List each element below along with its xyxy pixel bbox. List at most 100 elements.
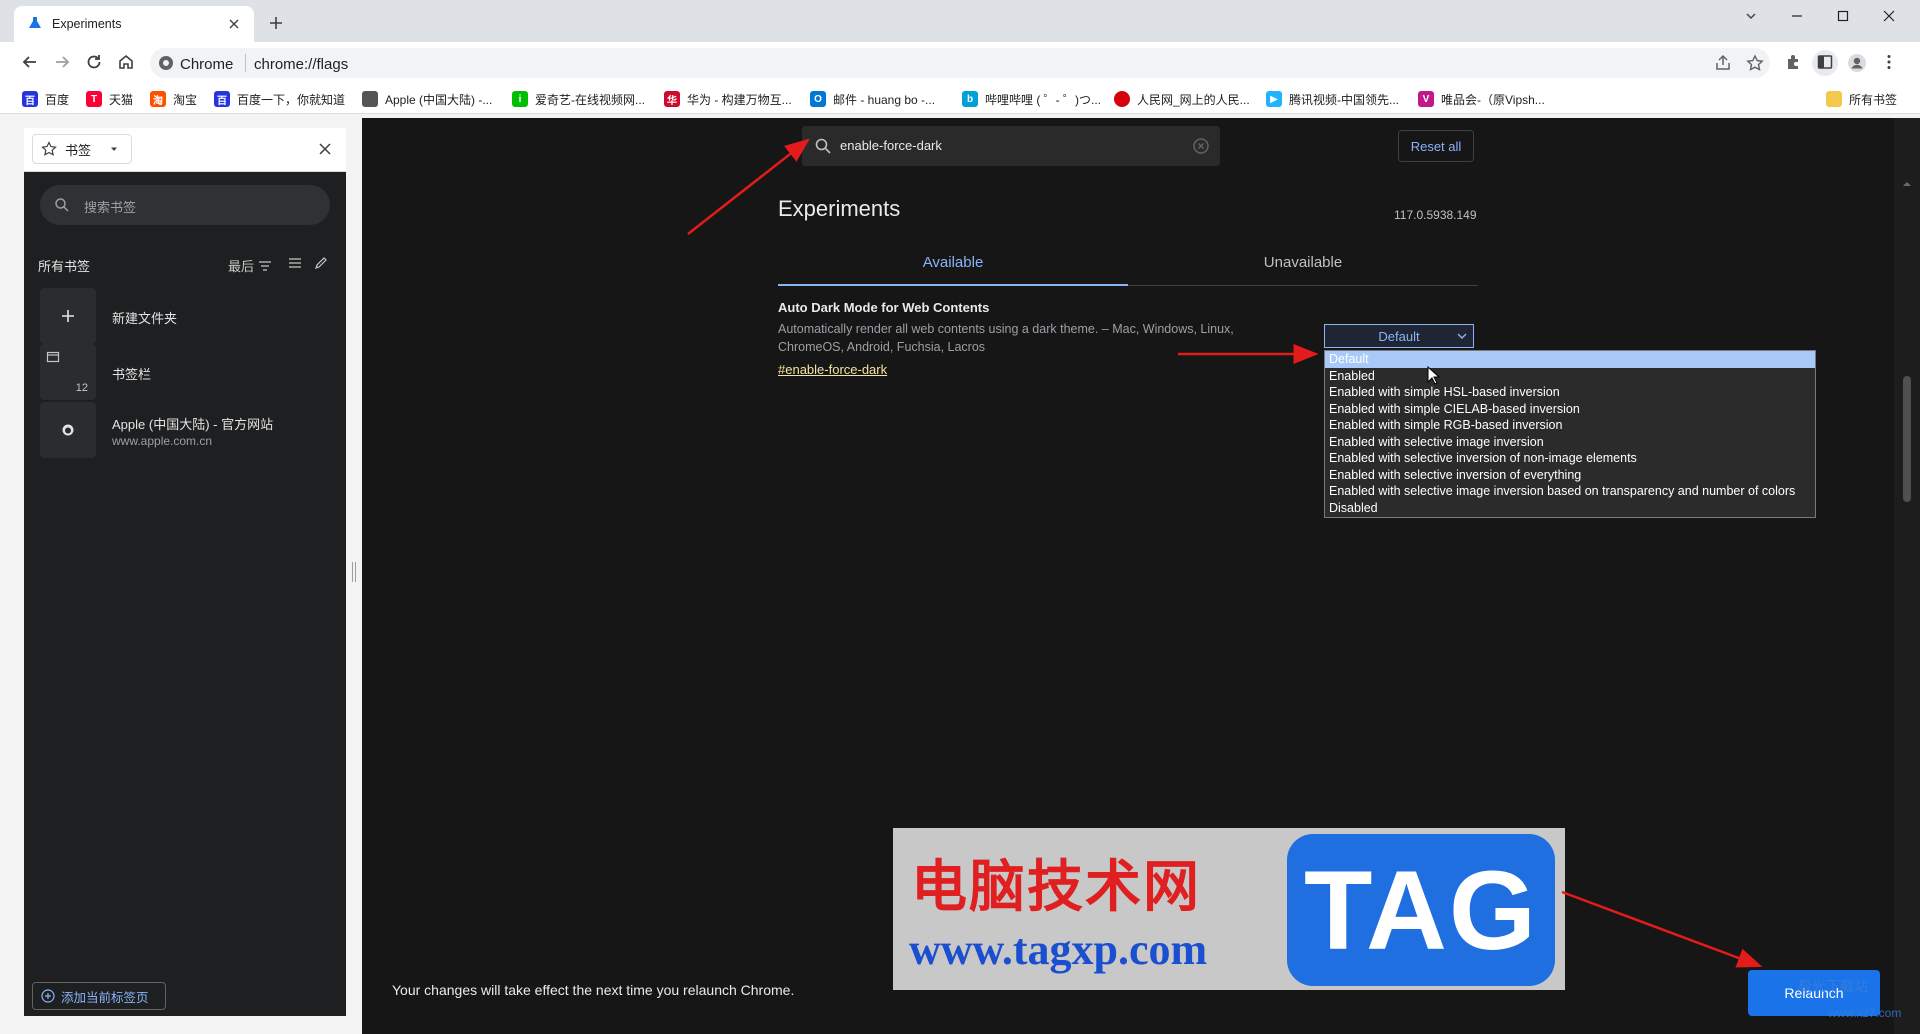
bookmark-item[interactable]: 人民网_网上的人民... [1114,90,1250,108]
side-panel-icon[interactable] [1812,50,1838,76]
search-icon [814,137,832,155]
plus-icon [62,310,74,322]
bookmark-search-input[interactable]: 搜索书签 [40,185,330,225]
side-panel: 书签 搜索书签 所有书签 最后 新建文件夹 12 书签栏 Apple (中国大陆… [24,128,346,1016]
address-bar[interactable]: Chrome chrome://flags [150,48,1770,78]
corner-watermark-url: www.xz7.com [1828,1006,1902,1020]
tile [40,402,96,458]
version-label: 117.0.5938.149 [1394,208,1477,222]
reload-icon[interactable] [81,50,107,76]
tab-strip: Experiments [0,0,1920,42]
new-tab-icon[interactable] [266,13,286,33]
option-enabled[interactable]: Enabled [1325,368,1815,385]
all-bookmarks-heading: 所有书签 [38,259,91,274]
edit-icon[interactable] [314,256,328,270]
folder-icon [46,351,60,363]
page-scrollbar[interactable] [1894,118,1920,1034]
mouse-cursor-icon [1427,366,1441,385]
reset-all-button[interactable]: Reset all [1398,130,1474,162]
profile-avatar-icon[interactable] [1844,50,1870,76]
bookmark-item[interactable]: b 哔哩哔哩 ( ゜- ゜)つ... [962,90,1101,108]
watermark-url: www.tagxp.com [909,925,1208,974]
option-selective-everything[interactable]: Enabled with selective inversion of ever… [1325,467,1815,484]
all-bookmarks-folder[interactable]: 所有书签 [1826,90,1897,108]
search-placeholder: 搜索书签 [84,200,137,215]
sort-label: 最后 [228,259,255,274]
side-panel-close-icon[interactable] [318,142,332,156]
chevron-down-icon [1457,333,1467,339]
scroll-up-icon[interactable] [1902,180,1912,188]
minimize-icon[interactable] [1774,0,1820,32]
watermark-tag-logo: TAG [1287,834,1555,986]
experiment-select[interactable]: Default [1324,324,1474,348]
bookmark-item[interactable]: Apple (中国大陆) -... [362,90,492,108]
add-current-tab-label: 添加当前标签页 [61,990,149,1005]
bookmark-item[interactable]: T 天猫 [86,90,133,108]
bookmark-item[interactable]: 淘淘宝 [150,90,197,108]
people-icon [1114,91,1130,107]
bookmark-item[interactable]: 百百度 [22,90,69,108]
chrome-icon [158,55,174,71]
iqiyi-icon: i [512,91,528,107]
tile: 12 [40,344,96,400]
selected-value: Default [1378,328,1420,344]
watermark: 电脑技术网 www.tagxp.com TAG [893,828,1565,990]
option-default[interactable]: Default [1325,351,1815,368]
option-disabled[interactable]: Disabled [1325,500,1815,517]
flags-search-input[interactable]: enable-force-dark [802,126,1220,166]
site-label: Chrome [180,56,234,73]
bookmarks-panel: 搜索书签 所有书签 最后 新建文件夹 12 书签栏 Apple (中国大陆) -… [24,172,346,1016]
bookmark-item[interactable]: ▶ 腾讯视频-中国领先... [1266,90,1399,108]
tab-experiments[interactable]: Experiments [14,6,254,42]
tab-search-icon[interactable] [1728,0,1774,32]
home-icon[interactable] [113,50,139,76]
url-text[interactable]: chrome://flags [254,56,348,73]
bookmark-item[interactable]: 华华为 - 构建万物互... [664,90,792,108]
bookmark-item[interactable]: i 爱奇艺-在线视频网... [512,90,645,108]
list-view-icon[interactable] [288,256,302,270]
bookmark-item[interactable]: 百百度一下，你就知道 [214,90,345,108]
bookmark-item[interactable]: V 唯品会-（原Vipsh... [1418,90,1545,108]
option-selective-image[interactable]: Enabled with selective image inversion [1325,434,1815,451]
menu-icon[interactable] [1876,50,1902,76]
new-folder-label: 新建文件夹 [112,311,178,326]
tab-available[interactable]: Available [778,254,1128,286]
extensions-icon[interactable] [1780,50,1806,76]
tmall-icon: T [86,91,102,107]
bilibili-icon: b [962,91,978,107]
experiment-name: Auto Dark Mode for Web Contents [778,300,990,315]
page-title: Experiments [778,196,901,221]
maximize-icon[interactable] [1820,0,1866,32]
dropdown-arrow-icon [109,144,119,154]
clear-search-icon[interactable] [1192,137,1210,155]
bookmark-title: Apple (中国大陆) - 官方网站 [112,417,274,432]
share-icon[interactable] [1714,54,1734,74]
experiment-link[interactable]: #enable-force-dark [778,362,887,377]
sort-button[interactable]: 最后 [228,256,272,275]
baidu-icon: 百 [22,91,38,107]
apple-icon [362,91,378,107]
star-icon[interactable] [1746,54,1766,74]
bookmarks-bar-label: 书签栏 [112,367,152,382]
back-icon[interactable] [17,50,43,76]
search-query: enable-force-dark [840,138,942,153]
scroll-thumb[interactable] [1903,376,1911,502]
tab-title: Experiments [52,17,122,31]
tab-unavailable[interactable]: Unavailable [1128,254,1478,286]
option-hsl[interactable]: Enabled with simple HSL-based inversion [1325,384,1815,401]
window-close-icon[interactable] [1866,0,1912,32]
side-panel-resize-handle[interactable] [352,562,356,582]
omnibox-separator [245,54,246,72]
option-rgb[interactable]: Enabled with simple RGB-based inversion [1325,417,1815,434]
bookmark-item[interactable]: O 邮件 - huang bo -... [810,90,935,108]
side-panel-selector[interactable]: 书签 [32,134,132,164]
add-current-tab-button[interactable]: 添加当前标签页 [32,982,166,1010]
bookmark-url: www.apple.com.cn [112,434,213,448]
option-selective-non-image[interactable]: Enabled with selective inversion of non-… [1325,450,1815,467]
folder-icon [1826,91,1842,107]
vip-icon: V [1418,91,1434,107]
option-transparency[interactable]: Enabled with selective image inversion b… [1325,483,1815,500]
forward-icon[interactable] [49,50,75,76]
tab-close-icon[interactable] [224,14,244,34]
option-cielab[interactable]: Enabled with simple CIELAB-based inversi… [1325,401,1815,418]
